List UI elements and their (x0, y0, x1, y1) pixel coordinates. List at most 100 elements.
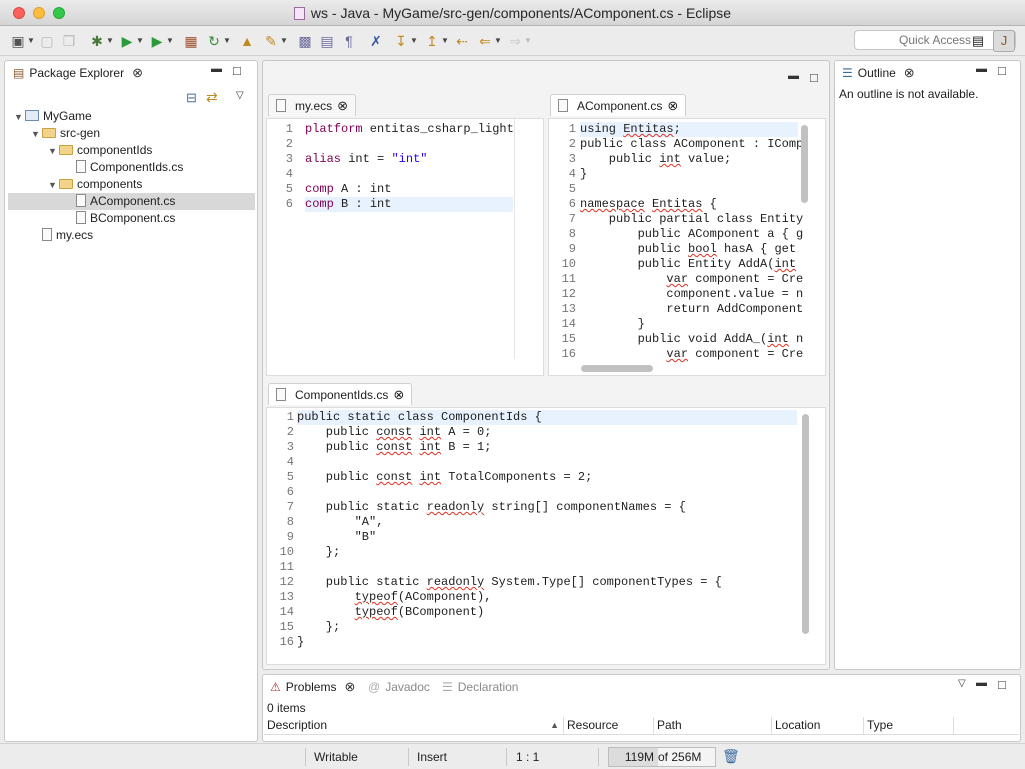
folder-icon (59, 145, 73, 155)
maximize-icon[interactable]: □ (998, 677, 1006, 692)
show-whitespace-icon[interactable]: ▤ (318, 32, 336, 50)
code-line: comp A : int (305, 182, 513, 197)
save-icon[interactable]: ▢ (38, 32, 56, 50)
search-dropdown-icon[interactable]: ▼ (280, 32, 288, 50)
editor-area-minimize-icon[interactable]: ▬ (788, 70, 799, 82)
expanded-twisty-icon[interactable]: ▼ (48, 177, 59, 194)
editor-my-ecs[interactable]: 1 platform entitas_csharp_light 2 3 alias in… (266, 118, 544, 376)
close-icon[interactable]: ⊗ (667, 98, 678, 114)
last-edit-icon[interactable]: ⇠ (453, 32, 471, 50)
vertical-scrollbar[interactable] (802, 414, 809, 634)
link-with-editor-icon[interactable]: ⇄ (206, 89, 218, 106)
garbage-collect-icon[interactable]: 🗑 (722, 748, 740, 765)
run-icon[interactable]: ▶ (118, 32, 136, 50)
close-icon[interactable]: ⊗ (344, 679, 355, 695)
close-icon[interactable]: ⊗ (337, 98, 348, 114)
column-header-description[interactable]: Description ▲ (264, 717, 564, 735)
editor-area-maximize-icon[interactable]: □ (810, 70, 818, 85)
close-icon[interactable]: ⊗ (393, 387, 404, 403)
editor-acomponent-cs[interactable]: 1 using Entitas; 2 public class AComponent … (548, 118, 826, 376)
heap-status[interactable]: 119M of 256M (608, 747, 716, 767)
new-package-icon[interactable]: ▦ (182, 32, 200, 50)
close-icon[interactable]: ⊗ (132, 65, 143, 81)
next-annotation-dropdown-icon[interactable]: ▼ (410, 32, 418, 50)
save-all-icon[interactable]: ❐ (60, 32, 78, 50)
tree-item[interactable]: ▼ components (8, 176, 255, 193)
collapse-all-icon[interactable]: ⊟ (186, 90, 197, 106)
forward-dropdown-icon[interactable]: ▼ (524, 32, 532, 50)
maximize-icon[interactable]: □ (233, 63, 241, 78)
tab-componentids-cs[interactable]: ComponentIds.cs ⊗ (268, 383, 413, 405)
code-token: public partial class Entity (580, 212, 804, 226)
open-perspective-icon[interactable]: ▤ (967, 30, 989, 52)
tab-javadoc[interactable]: @ Javadoc (362, 676, 436, 698)
tab-outline[interactable]: ☰ Outline ⊗ (836, 62, 921, 84)
new-wizard-icon[interactable]: ▣ (8, 32, 28, 50)
outline-icon: ☰ (842, 66, 853, 80)
expanded-twisty-icon[interactable]: ▼ (48, 143, 59, 160)
column-header-path[interactable]: Path (654, 717, 772, 735)
tree-item[interactable]: ▼ src-gen (8, 125, 255, 142)
code-token: readonly (426, 575, 485, 589)
editor-componentids-cs[interactable]: 1 public static class ComponentIds {2 pub… (266, 407, 826, 665)
java-perspective-icon[interactable]: J (993, 30, 1015, 52)
debug-dropdown-icon[interactable]: ▼ (106, 32, 114, 50)
vertical-scrollbar[interactable] (801, 125, 808, 203)
column-header-resource[interactable]: Resource (564, 717, 654, 735)
column-header-location[interactable]: Location (772, 717, 864, 735)
refresh-icon[interactable]: ↻ (205, 32, 223, 50)
tab-problems[interactable]: ⚠ Problems ⊗ (264, 676, 361, 698)
external-tools-dropdown-icon[interactable]: ▼ (166, 32, 174, 50)
search-icon[interactable]: ✎ (262, 32, 280, 50)
expanded-twisty-icon[interactable]: ▼ (31, 126, 42, 143)
line-number: 7 (286, 500, 294, 514)
code-line: "A", (297, 515, 797, 530)
tree-item[interactable]: ComponentIds.cs (8, 159, 255, 176)
code-line: public const int TotalComponents = 2; (297, 470, 797, 485)
title-bar: ws - Java - MyGame/src-gen/components/AC… (0, 0, 1025, 26)
breakpoint-icon[interactable]: ✗ (367, 32, 385, 50)
debug-icon[interactable]: ✱ (88, 32, 106, 50)
minimize-icon[interactable]: ▬ (976, 63, 987, 75)
tree-item[interactable]: BComponent.cs (8, 210, 255, 227)
code-line: return AddComponent (580, 302, 803, 317)
quick-access-input[interactable] (854, 30, 1016, 50)
horizontal-scrollbar[interactable] (581, 365, 653, 372)
pilcrow-icon[interactable]: ¶ (340, 32, 358, 50)
forward-icon[interactable]: ⇒ (506, 32, 524, 50)
tab-package-explorer[interactable]: ▤ Package Explorer ⊗ (7, 62, 149, 84)
code-line: "B" (297, 530, 797, 545)
new-dropdown-icon[interactable]: ▼ (27, 32, 35, 50)
back-dropdown-icon[interactable]: ▼ (494, 32, 502, 50)
refresh-dropdown-icon[interactable]: ▼ (223, 32, 231, 50)
previous-annotation-icon[interactable]: ↥ (423, 32, 441, 50)
minimize-icon[interactable]: ▬ (211, 63, 222, 75)
maximize-icon[interactable]: □ (998, 63, 1006, 78)
expanded-twisty-icon[interactable]: ▼ (14, 109, 25, 126)
toggle-mark-occurrences-icon[interactable]: ▩ (296, 32, 314, 50)
view-menu-icon[interactable]: ▽ (236, 90, 244, 101)
run-dropdown-icon[interactable]: ▼ (136, 32, 144, 50)
code-token: int (419, 425, 442, 439)
back-icon[interactable]: ⇐ (476, 32, 494, 50)
next-annotation-icon[interactable]: ↧ (392, 32, 410, 50)
tab-declaration[interactable]: ☰ Declaration (436, 676, 524, 698)
tree-item[interactable]: ▼ MyGame (8, 108, 255, 125)
code-token: comp (305, 197, 334, 211)
code-token: const (376, 425, 413, 439)
previous-annotation-dropdown-icon[interactable]: ▼ (441, 32, 449, 50)
code-line: var component = Cre (580, 272, 803, 287)
column-header-type[interactable]: Type (864, 717, 954, 735)
view-menu-icon[interactable]: ▽ (958, 678, 966, 689)
close-icon[interactable]: ⊗ (904, 65, 915, 81)
tree-item[interactable]: AComponent.cs (8, 193, 255, 210)
open-type-icon[interactable]: ▲ (238, 32, 256, 50)
code-token: ; (673, 122, 681, 136)
tree-item[interactable]: my.ecs (8, 227, 255, 244)
code-token: comp (305, 182, 334, 196)
tab-my-ecs[interactable]: my.ecs ⊗ (268, 94, 357, 116)
tab-acomponent-cs[interactable]: AComponent.cs ⊗ (550, 94, 687, 116)
minimize-icon[interactable]: ▬ (976, 677, 987, 689)
tree-item[interactable]: ▼ componentIds (8, 142, 255, 159)
external-tools-icon[interactable]: ▶ (148, 32, 166, 50)
